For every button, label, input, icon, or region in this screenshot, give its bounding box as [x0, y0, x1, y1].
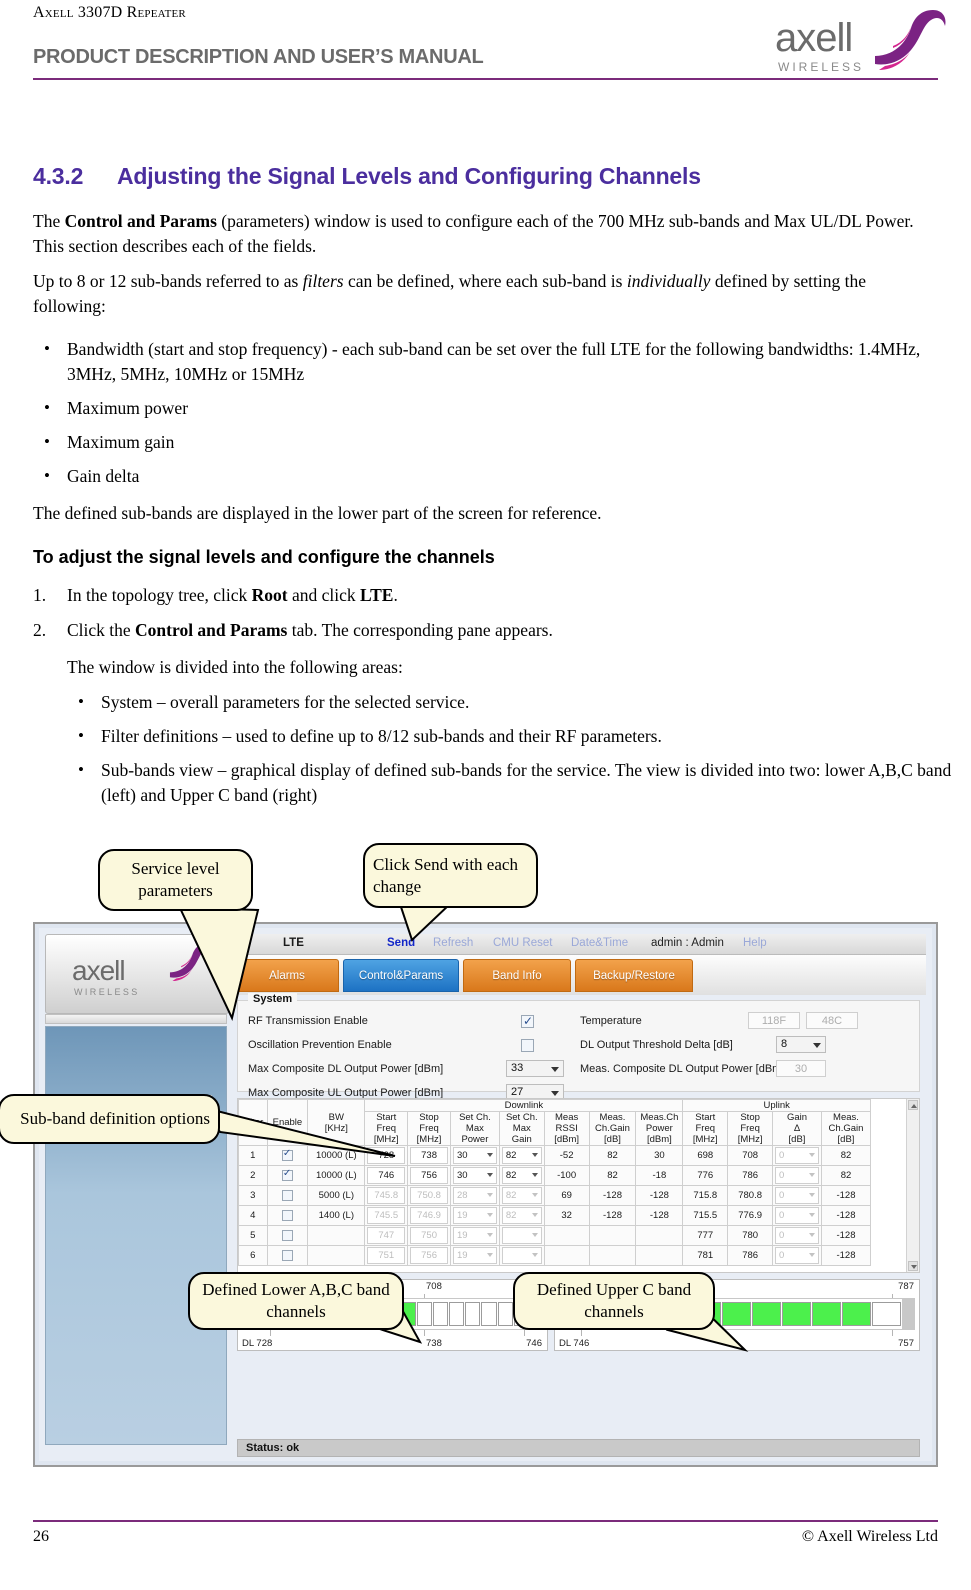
footer-rule: [33, 1520, 938, 1522]
logo-wordmark: axell: [775, 16, 853, 60]
paragraph-2: Up to 8 or 12 sub-bands referred to as f…: [33, 269, 933, 319]
copyright-notice: © Axell Wireless Ltd: [801, 1528, 938, 1545]
p1-a: The: [33, 211, 65, 231]
step-text-e: .: [393, 585, 398, 605]
step-number: 1.: [33, 585, 47, 605]
page-number: 26: [33, 1528, 49, 1545]
axell-logo: axell WIRELESS: [769, 6, 949, 78]
step-number: 2.: [33, 620, 47, 640]
manual-title: PRODUCT DESCRIPTION AND USER’S MANUAL: [33, 46, 484, 68]
list-item: Filter definitions – used to define up t…: [67, 723, 957, 749]
procedure-steps: 1. In the topology tree, click Root and c…: [33, 583, 933, 653]
list-item: System – overall parameters for the sele…: [67, 689, 957, 715]
paragraph-1: The Control and Params (parameters) wind…: [33, 209, 948, 259]
status-text: Status: ok: [246, 1442, 300, 1454]
list-item: Gain delta: [33, 463, 933, 489]
list-item: Sub-bands view – graphical display of de…: [67, 757, 957, 808]
bullet-list-1: Bandwidth (start and stop frequency) - e…: [33, 336, 933, 498]
p2-d: individually: [626, 271, 711, 291]
callout-click-send: Click Send with each change: [363, 843, 538, 908]
step-text-a: Click the: [67, 620, 136, 640]
page-header: Axell 3307D Repeater PRODUCT DESCRIPTION…: [0, 0, 971, 92]
paragraph-3: The defined sub-bands are displayed in t…: [33, 503, 602, 523]
step-text-b: Root: [251, 585, 288, 605]
list-item: Bandwidth (start and stop frequency) - e…: [33, 336, 933, 387]
section-title: Adjusting the Signal Levels and Configur…: [117, 163, 701, 189]
p1-b: Control and Params: [64, 211, 217, 231]
step-text-c: and click: [287, 585, 361, 605]
step-text-c: tab. The corresponding pane appears.: [287, 620, 553, 640]
list-item: Maximum power: [33, 395, 933, 421]
p2-b: filters: [302, 271, 344, 291]
callout-defined-upper: Defined Upper C band channels: [513, 1272, 715, 1330]
header-rule: [33, 78, 938, 80]
step-text-b: Control and Params: [135, 620, 288, 640]
paragraph-4: The window is divided into the following…: [67, 657, 403, 677]
step-text-d: LTE: [360, 585, 394, 605]
p2-a: Up to 8 or 12 sub-bands referred to as: [33, 271, 303, 291]
procedure-title: To adjust the signal levels and configur…: [33, 547, 495, 567]
callout-sub-band-options: Sub-band definition options: [0, 1094, 220, 1144]
logo-subtext: WIRELESS: [778, 60, 865, 74]
section-number: 4.3.2: [33, 163, 84, 189]
swoosh-icon: [875, 10, 946, 70]
step-1: 1. In the topology tree, click Root and c…: [33, 583, 933, 608]
bullet-list-2: System – overall parameters for the sele…: [67, 689, 957, 817]
p2-c: can be defined, where each sub-band is: [343, 271, 627, 291]
status-bar: Status: ok: [237, 1439, 920, 1457]
step-text-a: In the topology tree, click: [67, 585, 252, 605]
callout-service-level: Service level parameters: [98, 849, 253, 911]
list-item: Maximum gain: [33, 429, 933, 455]
step-2: 2. Click the Control and Params tab. The …: [33, 618, 933, 643]
section-heading: 4.3.2 Adjusting the Signal Levels and Con…: [33, 163, 933, 190]
callout-defined-lower: Defined Lower A,B,C band channels: [188, 1272, 404, 1330]
document-title: Axell 3307D Repeater: [33, 4, 186, 21]
